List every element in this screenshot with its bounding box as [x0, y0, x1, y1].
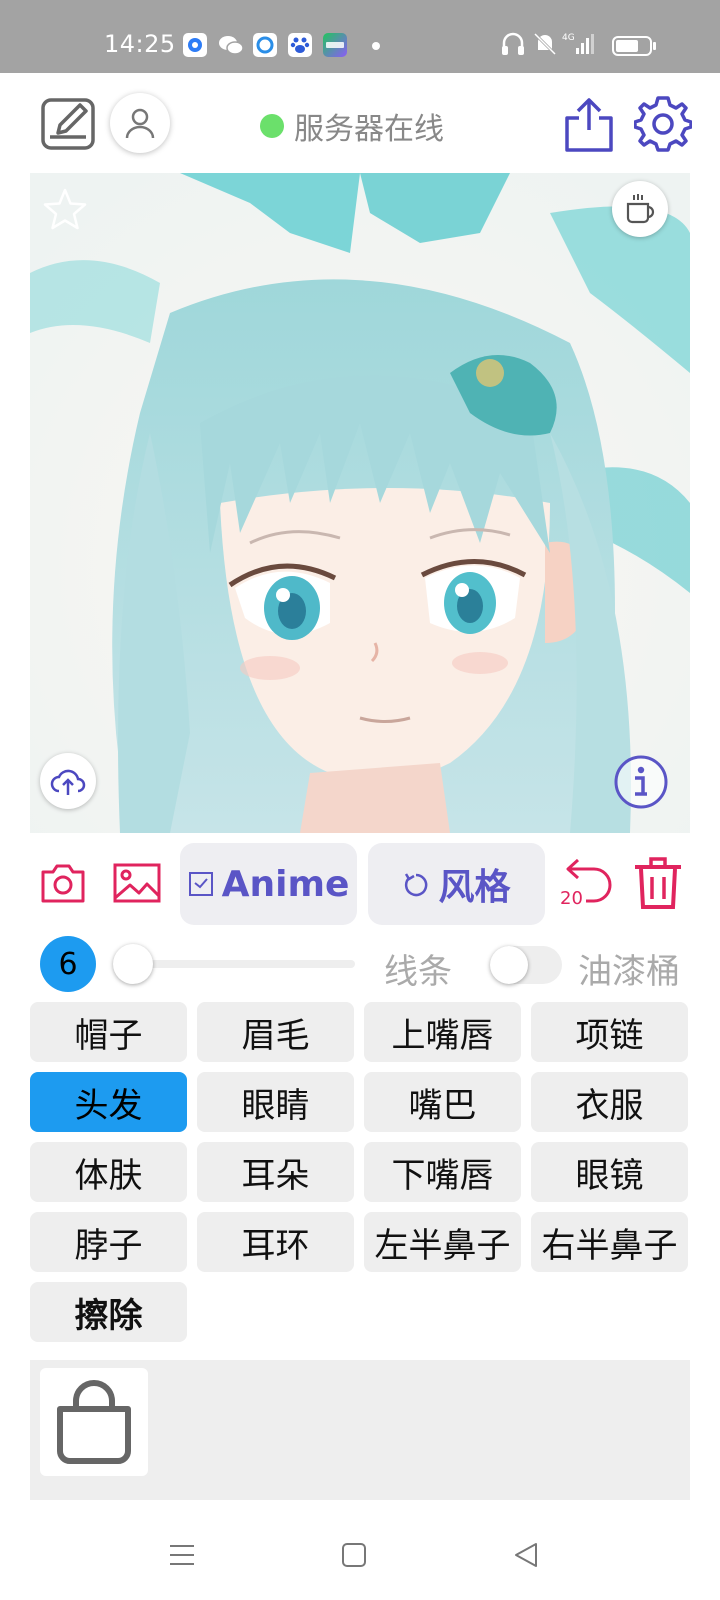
- menu-icon: [170, 1545, 194, 1565]
- toggle-knob[interactable]: [490, 946, 528, 984]
- mode-label: Anime: [221, 863, 350, 905]
- back-icon: [515, 1543, 537, 1567]
- part-button-glasses[interactable]: 眼镜: [531, 1142, 688, 1202]
- undo-count: 20: [560, 888, 583, 909]
- part-button-mouth[interactable]: 嘴巴: [364, 1072, 521, 1132]
- part-button-necklace[interactable]: 项链: [531, 1002, 688, 1062]
- browser-icon: [253, 33, 277, 57]
- part-button-earrings[interactable]: 耳环: [197, 1212, 354, 1272]
- shopping-bag-icon: [57, 1380, 131, 1464]
- brush-size-badge: 6: [40, 936, 96, 992]
- line-label: 线条: [384, 952, 452, 992]
- part-button-eyebrows[interactable]: 眉毛: [197, 1002, 354, 1062]
- coffee-button[interactable]: [612, 181, 668, 237]
- brush-size-slider[interactable]: [130, 960, 355, 968]
- home-icon: [342, 1543, 366, 1567]
- camera-icon: [41, 864, 85, 903]
- nav-home-button[interactable]: [334, 1535, 374, 1575]
- iqiyi-icon: [323, 33, 347, 57]
- status-time: 14:25: [104, 30, 176, 58]
- settings-icon: [634, 96, 692, 152]
- baidu-maps-icon: [183, 33, 207, 57]
- signal-4g-icon: 4G: [562, 30, 596, 58]
- part-button-hat[interactable]: 帽子: [30, 1002, 187, 1062]
- baidu-icon: [288, 33, 312, 57]
- star-icon: [43, 188, 87, 230]
- part-button-left-nose[interactable]: 左半鼻子: [364, 1212, 521, 1272]
- shop-button[interactable]: [40, 1368, 148, 1476]
- checkbox-icon: [188, 872, 213, 896]
- share-icon: [565, 98, 613, 152]
- server-status: 服务器在线: [260, 104, 444, 148]
- asset-panel: [30, 1360, 690, 1500]
- camera-button[interactable]: [40, 860, 86, 906]
- upload-button[interactable]: [40, 753, 96, 809]
- drawing-canvas[interactable]: [30, 173, 690, 833]
- share-button[interactable]: [562, 96, 616, 154]
- part-button-clothes[interactable]: 衣服: [531, 1072, 688, 1132]
- mode-anime-button[interactable]: Anime: [180, 843, 357, 925]
- part-button-ears[interactable]: 耳朵: [197, 1142, 354, 1202]
- edit-icon: [41, 98, 95, 150]
- brush-size-slider-thumb[interactable]: [113, 944, 153, 984]
- paint-bucket-toggle[interactable]: [490, 946, 562, 984]
- part-selector-grid: 帽子 眉毛 上嘴唇 项链 头发 眼睛 嘴巴 衣服 体肤 耳朵 下嘴唇 眼镜 脖子…: [30, 1002, 690, 1342]
- part-button-upper-lip[interactable]: 上嘴唇: [364, 1002, 521, 1062]
- rotate-icon: [405, 873, 428, 897]
- info-icon: [614, 755, 668, 809]
- notification-dot: [372, 42, 380, 50]
- part-button-eyes[interactable]: 眼睛: [197, 1072, 354, 1132]
- part-button-lower-lip[interactable]: 下嘴唇: [364, 1142, 521, 1202]
- edit-button[interactable]: [40, 95, 98, 153]
- style-button[interactable]: 风格: [368, 843, 545, 925]
- headphones-icon: [500, 30, 526, 58]
- mute-icon: [532, 30, 558, 58]
- server-status-dot: [260, 114, 284, 138]
- style-label: 风格: [438, 867, 511, 908]
- trash-icon: [635, 857, 681, 909]
- user-icon: [125, 108, 155, 139]
- info-button[interactable]: [612, 753, 670, 811]
- gallery-button[interactable]: [112, 860, 162, 906]
- nav-menu-button[interactable]: [162, 1535, 202, 1575]
- favorite-button[interactable]: [40, 185, 90, 235]
- upload-cloud-icon: [50, 769, 86, 795]
- image-icon: [113, 863, 161, 903]
- wechat-icon: [218, 33, 244, 57]
- battery-icon: [612, 30, 658, 58]
- user-button[interactable]: [110, 93, 170, 153]
- part-button-skin[interactable]: 体肤: [30, 1142, 187, 1202]
- svg-text:4G: 4G: [562, 33, 575, 43]
- paint-bucket-label: 油漆桶: [578, 952, 680, 992]
- part-button-hair[interactable]: 头发: [30, 1072, 187, 1132]
- nav-back-button[interactable]: [506, 1535, 546, 1575]
- delete-button[interactable]: [632, 855, 684, 911]
- part-button-right-nose[interactable]: 右半鼻子: [531, 1212, 688, 1272]
- server-status-label: 服务器在线: [294, 112, 444, 147]
- part-button-neck[interactable]: 脖子: [30, 1212, 187, 1272]
- settings-button[interactable]: [634, 95, 692, 153]
- status-bar: 14:25 4G: [0, 0, 720, 73]
- part-button-erase[interactable]: 擦除: [30, 1282, 187, 1342]
- coffee-icon: [626, 194, 655, 224]
- anime-portrait-image: [30, 173, 690, 833]
